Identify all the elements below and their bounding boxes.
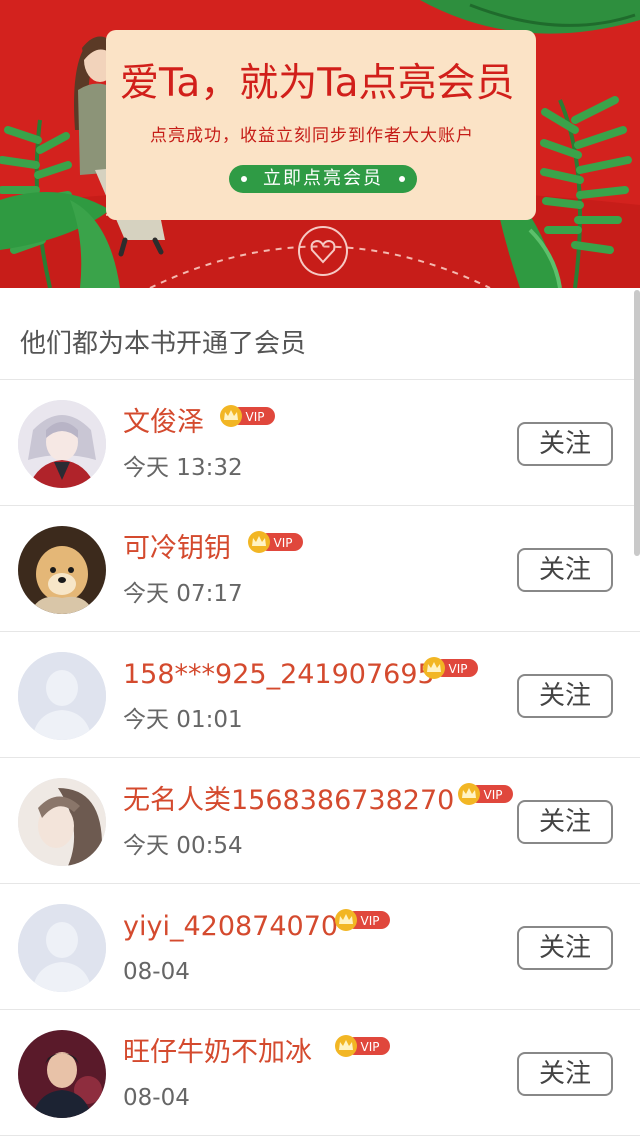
dog-avatar-icon[interactable]	[18, 526, 106, 614]
member-name[interactable]: 可冷钥钥	[123, 530, 231, 568]
list-item[interactable]: yiyi_420874070 VIP 08-04 关注	[0, 884, 640, 1010]
vip-crown-icon: VIP	[423, 657, 478, 679]
activate-membership-button[interactable]: 立即点亮会员	[229, 165, 417, 193]
svg-text:VIP: VIP	[246, 410, 265, 424]
promo-banner[interactable]: 爱Ta，就为Ta点亮会员 点亮成功，收益立刻同步到作者大大账户 立即点亮会员	[0, 0, 640, 288]
follow-button[interactable]: 关注	[517, 926, 613, 970]
vip-crown-icon: VIP	[335, 909, 390, 931]
svg-text:VIP: VIP	[449, 662, 468, 676]
boy-avatar-icon[interactable]	[18, 1030, 106, 1118]
follow-button[interactable]: 关注	[517, 800, 613, 844]
anime-avatar-icon[interactable]	[18, 400, 106, 488]
member-name[interactable]: 无名人类1568386738270	[123, 782, 454, 820]
member-time: 今天 07:17	[123, 581, 243, 607]
vip-crown-icon: VIP	[335, 1035, 390, 1057]
heart-seal-icon	[298, 226, 348, 276]
list-item[interactable]: 旺仔牛奶不加冰 VIP 08-04 关注	[0, 1010, 640, 1136]
girl-avatar-icon[interactable]	[18, 778, 106, 866]
member-supporters-page: 爱Ta，就为Ta点亮会员 点亮成功，收益立刻同步到作者大大账户 立即点亮会员 他…	[0, 0, 640, 1138]
section-header: 他们都为本书开通了会员	[0, 288, 640, 380]
member-name[interactable]: yiyi_420874070	[123, 908, 338, 946]
list-item[interactable]: 158***925_241907695 VIP 今天 01:01 关注	[0, 632, 640, 758]
list-item[interactable]: 可冷钥钥 VIP 今天 07:17 关注	[0, 506, 640, 632]
vip-crown-icon: VIP	[458, 783, 513, 805]
member-name[interactable]: 文俊泽	[123, 404, 204, 442]
list-item[interactable]: 文俊泽 VIP 今天 13:32 关注	[0, 380, 640, 506]
member-name[interactable]: 158***925_241907695	[123, 656, 435, 694]
vip-crown-icon: VIP	[220, 405, 275, 427]
svg-text:VIP: VIP	[361, 914, 380, 928]
vip-crown-icon: VIP	[248, 531, 303, 553]
svg-text:VIP: VIP	[484, 788, 503, 802]
member-time: 08-04	[123, 959, 190, 985]
section-title: 他们都为本书开通了会员	[20, 329, 307, 359]
member-time: 今天 13:32	[123, 455, 243, 481]
follow-button[interactable]: 关注	[517, 1052, 613, 1096]
svg-text:VIP: VIP	[361, 1040, 380, 1054]
follow-button[interactable]: 关注	[517, 422, 613, 466]
list-item[interactable]: 无名人类1568386738270 VIP 今天 00:54 关注	[0, 758, 640, 884]
scrollbar[interactable]	[634, 290, 640, 556]
banner-subtitle: 点亮成功，收益立刻同步到作者大大账户	[150, 126, 474, 146]
svg-text:VIP: VIP	[274, 536, 293, 550]
banner-title: 爱Ta，就为Ta点亮会员	[120, 61, 515, 106]
follow-button[interactable]: 关注	[517, 548, 613, 592]
default-avatar-icon[interactable]	[18, 652, 106, 740]
default-avatar-icon[interactable]	[18, 904, 106, 992]
member-list: 文俊泽 VIP 今天 13:32 关注 可冷钥钥 VIP 今天 07:17 关注…	[0, 380, 640, 1136]
member-time: 今天 01:01	[123, 707, 243, 733]
member-time: 08-04	[123, 1085, 190, 1111]
member-name[interactable]: 旺仔牛奶不加冰	[123, 1034, 312, 1072]
follow-button[interactable]: 关注	[517, 674, 613, 718]
member-time: 今天 00:54	[123, 833, 243, 859]
